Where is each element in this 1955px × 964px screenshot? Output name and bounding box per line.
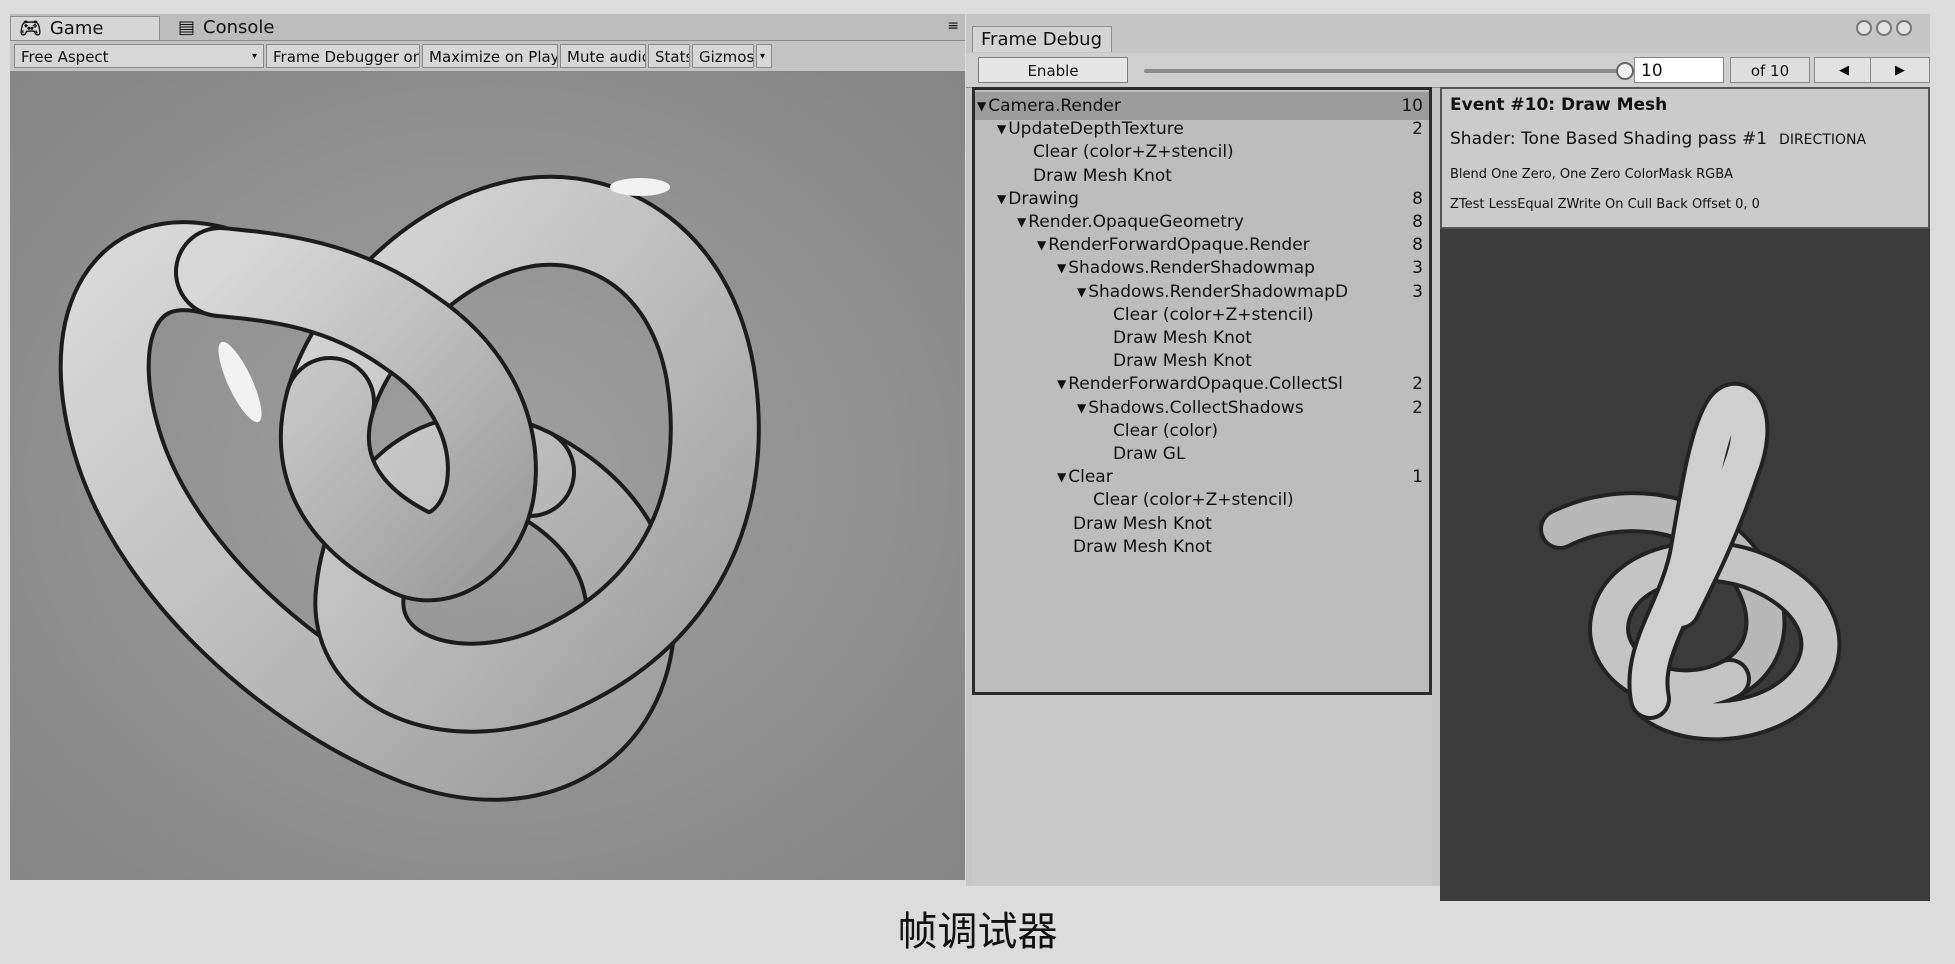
game-scene-view[interactable]	[10, 72, 965, 880]
tree-row[interactable]: Draw Mesh Knot	[975, 533, 1429, 561]
frame-debug-toolbar: Enable 10 of 10 ◀ ▶	[966, 53, 1930, 88]
game-window: 🎮︎ Game ▤ Console ≡ Free Aspect ▾ Frame De…	[10, 14, 965, 880]
event-hierarchy: ▼ Camera.Render 10 ▼ UpdateDepthTexture 2 Clea…	[972, 87, 1432, 695]
tree-row-text: Draw GL	[1113, 444, 1186, 464]
tree-row-text: Clear (color+Z+stencil)	[1093, 490, 1294, 511]
event-details-panel: Event #10: Draw Mesh Shader: Tone Based …	[1440, 87, 1930, 229]
console-icon: ▤	[178, 17, 196, 38]
event-slider-thumb[interactable]	[1616, 62, 1634, 80]
tree-row-label: Draw Mesh Knot	[1073, 533, 1395, 561]
dropdown-arrow-icon: ▾	[251, 51, 257, 62]
tab-console-label: Console	[203, 17, 275, 38]
tree-row-text: Clear (color+Z+stencil)	[1113, 304, 1314, 325]
stats-button[interactable]: Stats	[648, 44, 690, 68]
tree-row-text: UpdateDepthTexture	[1008, 119, 1184, 140]
tab-game[interactable]: 🎮︎ Game	[10, 16, 160, 40]
tab-frame-debug[interactable]: Frame Debug	[972, 26, 1112, 52]
next-event-button[interactable]: ▶	[1870, 57, 1930, 83]
shader-name: Shader: Tone Based Shading pass #1	[1450, 129, 1768, 149]
tree-row-text: Shadows.RenderShadowmapD	[1088, 281, 1349, 302]
tree-row-text: Clear	[1068, 467, 1113, 488]
shader-line: Shader: Tone Based Shading pass #1 DIRECT…	[1450, 129, 1866, 149]
frame-debugger-button[interactable]: Frame Debugger on	[266, 44, 420, 68]
game-icon: 🎮︎	[19, 18, 42, 39]
tree-row-text: Draw Mesh Knot	[1073, 513, 1212, 534]
event-slider-track[interactable]	[1144, 69, 1624, 73]
knot-preview-render	[1440, 229, 1930, 901]
aspect-label: Free Aspect	[21, 48, 109, 66]
blend-state: Blend One Zero, One Zero ColorMask RGBA	[1450, 167, 1734, 182]
tree-row-text: Draw Mesh Knot	[1073, 536, 1212, 557]
gizmos-button[interactable]: Gizmos	[692, 44, 754, 68]
enable-button[interactable]: Enable	[978, 57, 1128, 83]
window-circle-icon[interactable]	[1876, 20, 1892, 36]
event-total-label: of 10	[1730, 57, 1810, 83]
game-tab-bar: 🎮︎ Game ▤ Console ≡	[10, 14, 965, 41]
tree-row-text: RenderForwardOpaque.CollectSl	[1068, 374, 1343, 395]
event-title: Event #10: Draw Mesh	[1450, 95, 1668, 115]
window-circle-icon[interactable]	[1896, 20, 1912, 36]
frame-debug-window: Frame Debug Enable 10 of 10 ◀ ▶ ▼ Camera.…	[966, 14, 1930, 901]
window-controls	[1852, 20, 1922, 42]
tree-row-text: RenderForwardOpaque.Render	[1048, 235, 1310, 256]
tab-game-label: Game	[49, 18, 104, 39]
gizmos-dropdown-icon[interactable]: ▾	[756, 44, 772, 68]
shader-keyword: DIRECTIONA	[1779, 132, 1867, 148]
window-circle-icon[interactable]	[1856, 20, 1872, 36]
maximize-on-play-button[interactable]: Maximize on Play	[422, 44, 558, 68]
tree-row-text: Draw Mesh Knot	[1033, 165, 1172, 186]
tree-row-text: Draw Mesh Knot	[1113, 328, 1252, 348]
tree-row-text: Clear (color+Z+stencil)	[1033, 142, 1234, 163]
tree-row-text: Draw Mesh Knot	[1113, 351, 1252, 372]
tab-menu-icon[interactable]: ≡	[947, 18, 959, 34]
event-number-field[interactable]: 10	[1634, 57, 1724, 83]
knot-render	[10, 72, 965, 880]
aspect-dropdown[interactable]: Free Aspect ▾	[14, 44, 264, 68]
ztest-state: ZTest LessEqual ZWrite On Cull Back Offs…	[1450, 197, 1760, 212]
tree-row-text: Clear (color)	[1113, 420, 1218, 441]
mesh-preview[interactable]	[1440, 229, 1930, 901]
hierarchy-empty-area	[972, 695, 1432, 886]
prev-event-button[interactable]: ◀	[1814, 57, 1874, 83]
triangle-left-icon: ◀	[1839, 63, 1849, 78]
tab-console[interactable]: ▤ Console	[170, 16, 320, 40]
figure-caption: 帧调试器	[897, 909, 1058, 955]
triangle-right-icon: ▶	[1895, 63, 1905, 78]
tree-row-text: Camera.Render	[988, 96, 1121, 116]
game-toolbar: Free Aspect ▾ Frame Debugger on Maximize…	[10, 41, 965, 72]
tree-row-text: Render.OpaqueGeometry	[1028, 212, 1244, 232]
mute-audio-button[interactable]: Mute audio	[560, 44, 646, 68]
tree-row-text: Shadows.RenderShadowmap	[1068, 258, 1315, 279]
tree-row-text: Drawing	[1008, 188, 1079, 209]
tree-row-text: Shadows.CollectShadows	[1088, 397, 1304, 418]
